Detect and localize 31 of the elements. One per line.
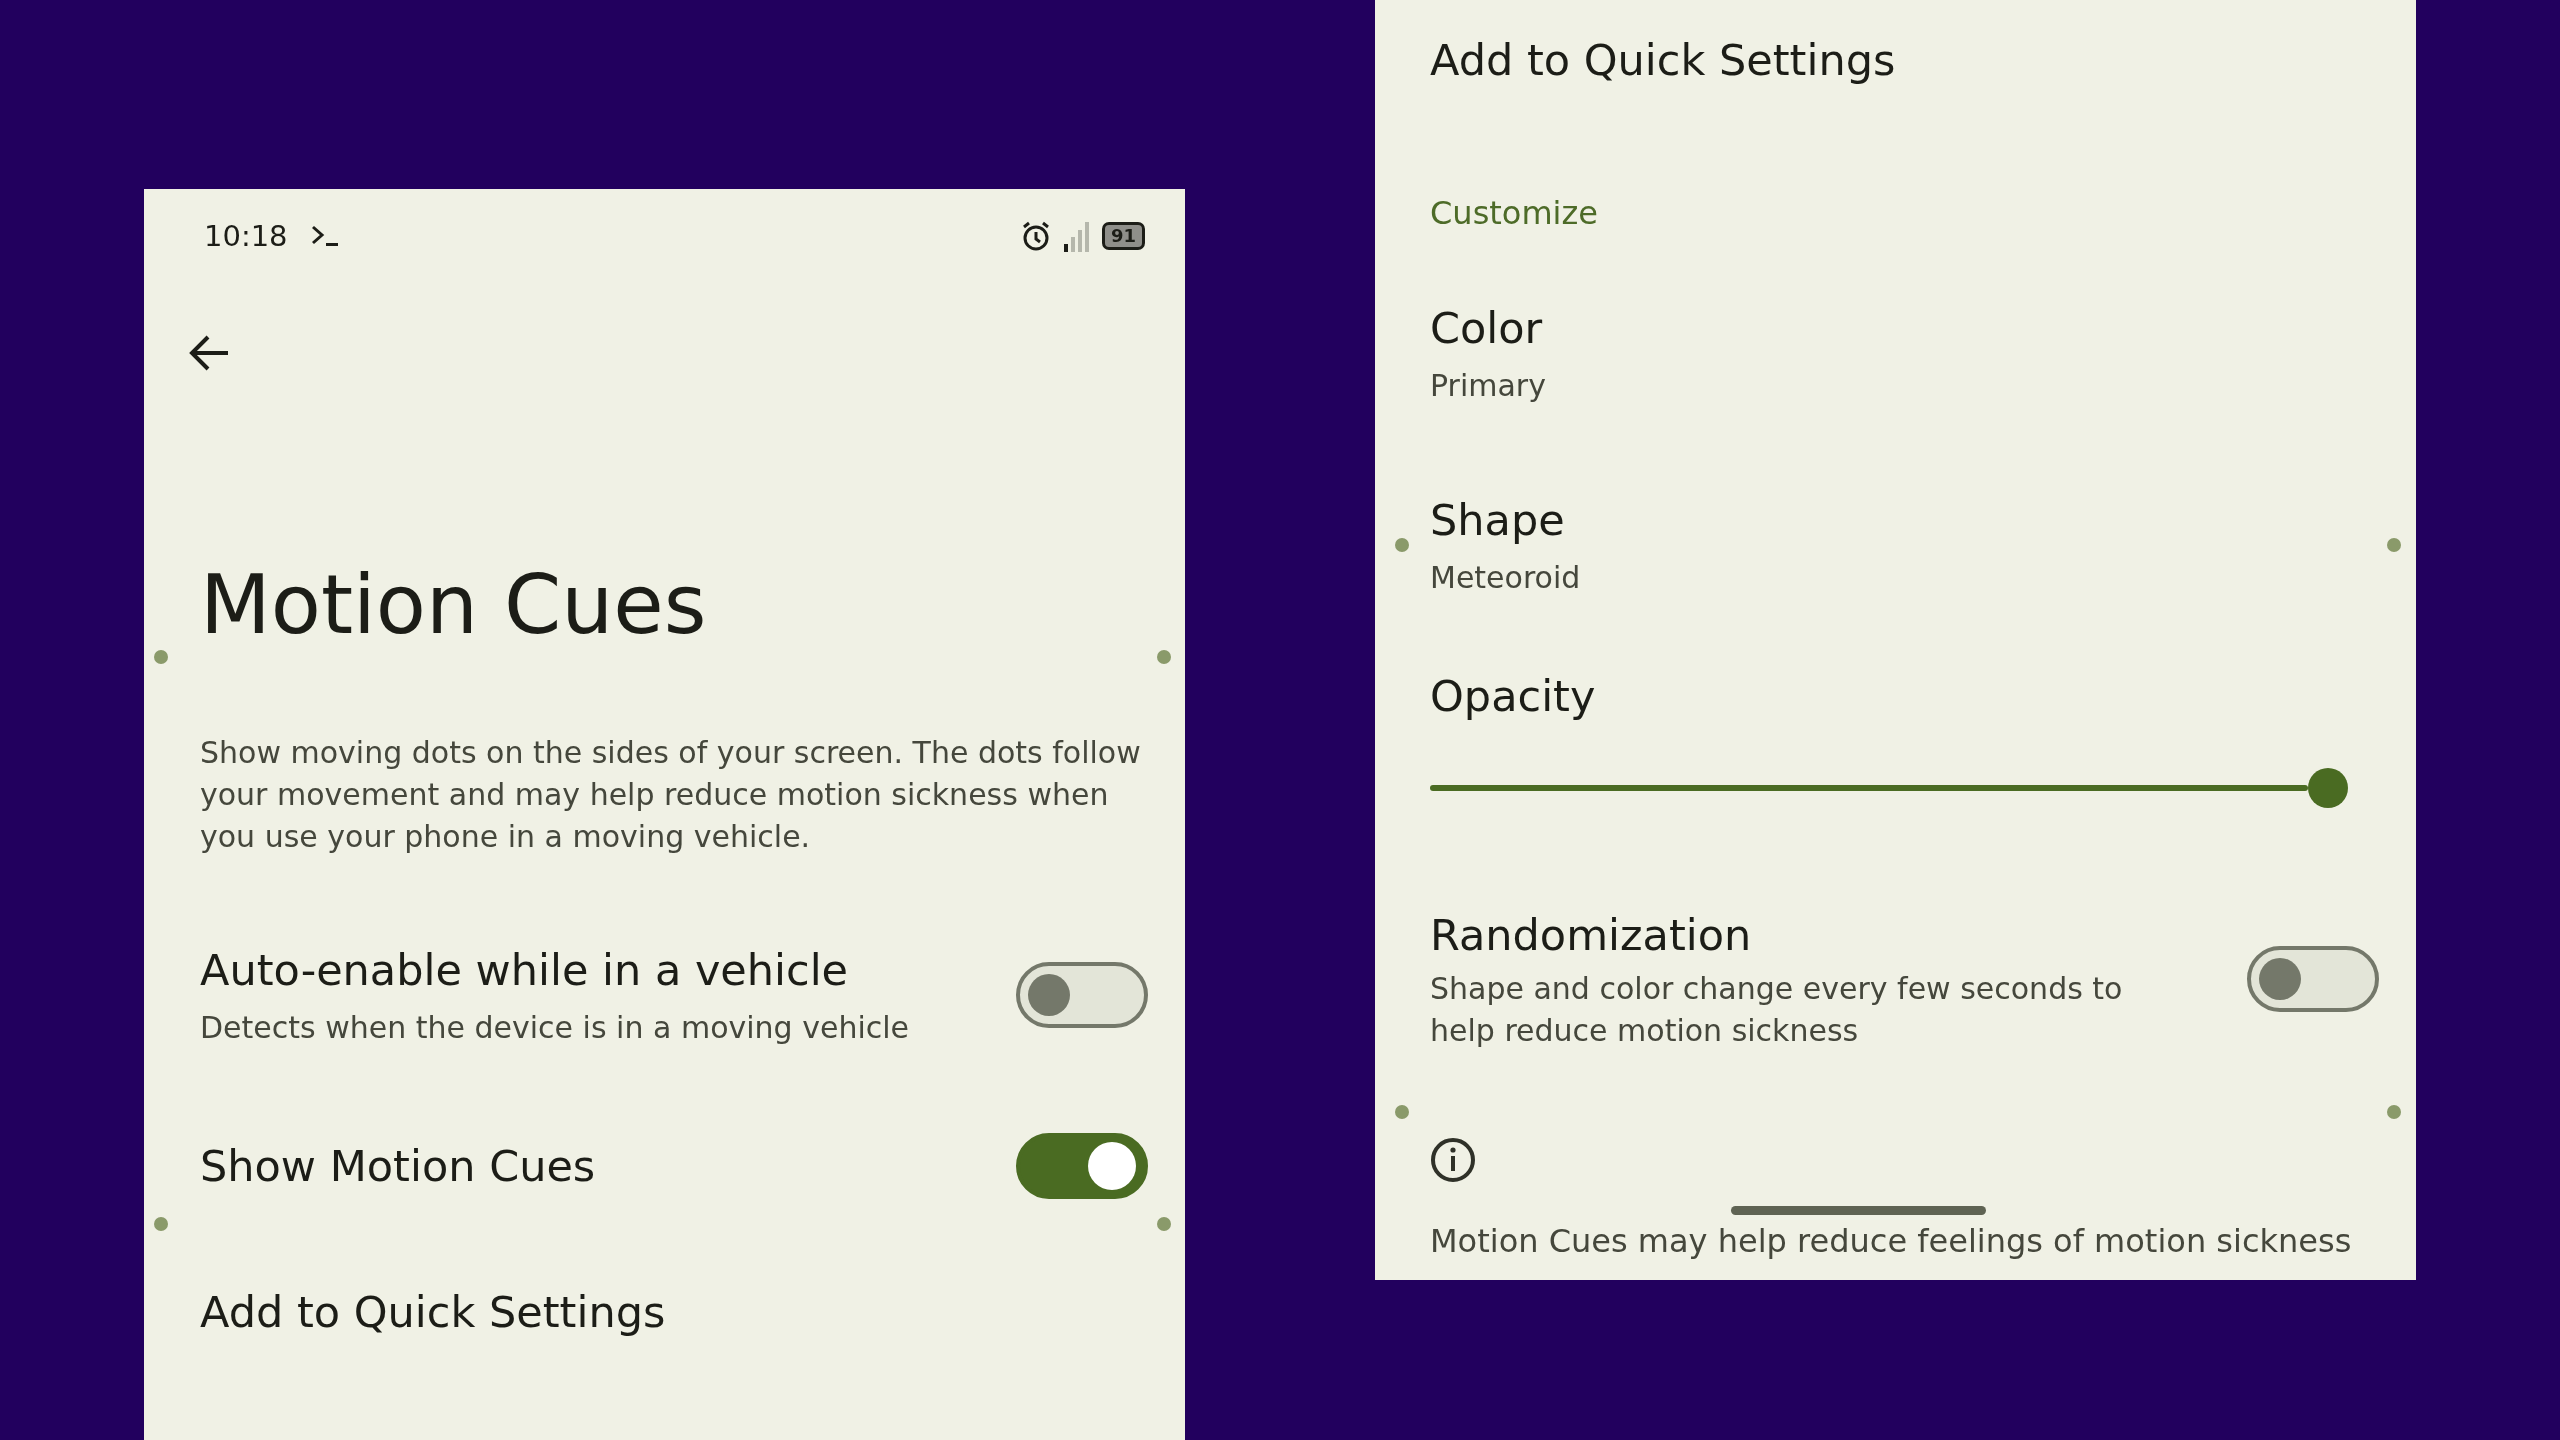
motion-cue-dot [2387,1105,2401,1119]
battery-level: 91 [1101,222,1145,250]
setting-value: Primary [1430,367,1547,405]
setting-subtitle: Detects when the device is in a moving vehicle [200,1009,909,1047]
signal-bars-icon [1061,220,1092,252]
setting-title[interactable]: Add to Quick Settings [1430,31,2379,89]
setting-title[interactable]: Shape [1430,491,2379,549]
setting-title: Show Motion Cues [200,1140,596,1193]
setting-value: Meteoroid [1430,559,1582,597]
motion-cue-dot [1395,1105,1409,1119]
info-icon [1430,1137,1476,1183]
back-arrow-icon[interactable] [188,334,230,372]
page-title: Motion Cues [200,556,708,654]
setting-title: Randomization [1430,909,1753,962]
motion-cue-dot [1395,538,1409,552]
motion-cue-dot [1157,650,1171,664]
motion-cue-dot [154,1217,168,1231]
setting-subtitle: Shape and color change every few seconds to help reduce motion sickness [1430,970,2124,1050]
page-description: Show moving dots on the sides of your screen. The dots follow your movement and may help reduce motion sickness when you use your phone in a moving vehicle. [200,734,1142,856]
section-header: Customize [1430,193,1599,233]
setting-title: Opacity [1430,670,1597,723]
setting-title[interactable]: Add to Quick Settings [200,1283,666,1341]
motion-cue-dot [1157,1217,1171,1231]
setting-title: Auto-enable while in a vehicle [200,944,850,997]
terminal-prompt-icon [309,223,340,249]
slider-thumb[interactable] [2308,768,2348,808]
status-time: 10:18 [204,219,288,253]
motion-cue-dot [2387,538,2401,552]
motion-cue-dot [154,650,168,664]
setting-title[interactable]: Color [1430,299,2379,357]
footer-note: Motion Cues may help reduce feelings of motion sickness [1430,1221,2353,1261]
